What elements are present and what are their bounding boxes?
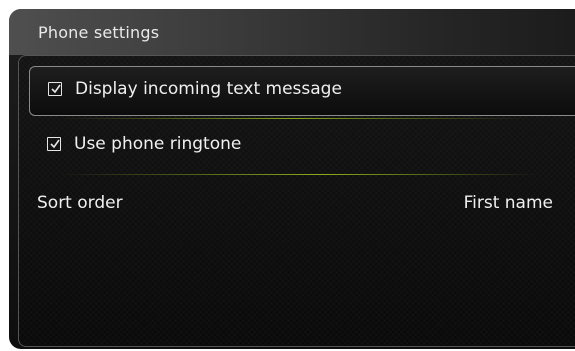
sort-order-label: Sort order: [37, 193, 123, 213]
divider: [59, 118, 529, 119]
checkmark-icon: [51, 84, 61, 94]
setting-label: Display incoming text message: [75, 79, 342, 99]
setting-display-incoming-text-message[interactable]: Display incoming text message: [29, 66, 575, 116]
setting-label: Use phone ringtone: [74, 134, 242, 154]
page-title: Phone settings: [38, 23, 160, 42]
phone-settings-window: Phone settings Display incoming text mes…: [9, 9, 575, 349]
checkbox-checked-icon[interactable]: [47, 137, 61, 151]
divider: [59, 174, 539, 175]
header-bar: Phone settings: [9, 9, 575, 55]
checkbox-checked-icon[interactable]: [48, 82, 62, 96]
setting-use-phone-ringtone[interactable]: Use phone ringtone: [29, 122, 569, 174]
checkmark-icon: [50, 139, 60, 149]
sort-order-value[interactable]: First name: [464, 193, 553, 213]
